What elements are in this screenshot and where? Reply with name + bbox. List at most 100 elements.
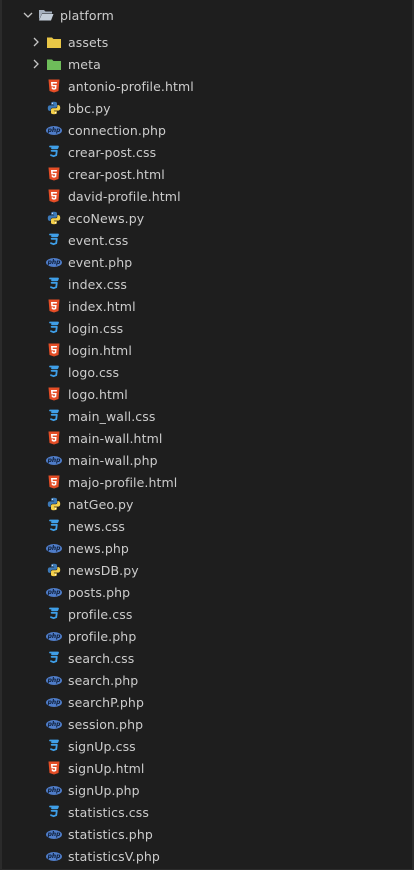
file-label: majo-profile.html	[68, 474, 178, 490]
file-label: signUp.css	[68, 738, 136, 754]
css-file-icon	[46, 232, 62, 248]
php-file-icon: php	[46, 694, 62, 710]
file-item[interactable]: php posts.php	[2, 581, 412, 603]
file-label: event.css	[68, 232, 129, 248]
php-badge-text: php	[46, 851, 62, 861]
folder-assets[interactable]: assets	[2, 31, 412, 53]
php-file-icon: php	[46, 122, 62, 138]
file-label: main_wall.css	[68, 408, 156, 424]
css-file-icon	[46, 364, 62, 380]
file-label: logo.css	[68, 364, 120, 380]
file-item[interactable]: php statistics.php	[2, 823, 412, 845]
html-file-icon	[46, 760, 62, 776]
file-item[interactable]: php searchP.php	[2, 691, 412, 713]
file-item[interactable]: logo.html	[2, 383, 412, 405]
file-item[interactable]: php main-wall.php	[2, 449, 412, 471]
chevron-down-icon[interactable]	[20, 7, 36, 23]
php-badge-text: php	[46, 125, 62, 135]
html-file-icon	[46, 78, 62, 94]
file-item[interactable]: signUp.css	[2, 735, 412, 757]
file-item[interactable]: index.html	[2, 295, 412, 317]
file-item[interactable]: natGeo.py	[2, 493, 412, 515]
file-label: login.html	[68, 342, 132, 358]
php-file-icon: php	[46, 782, 62, 798]
file-label: main-wall.php	[68, 452, 158, 468]
file-item[interactable]: login.html	[2, 339, 412, 361]
php-file-icon: php	[46, 584, 62, 600]
php-badge-text: php	[46, 543, 62, 553]
css-file-icon	[46, 518, 62, 534]
file-label: statistics.php	[68, 826, 153, 842]
php-file-icon: php	[46, 452, 62, 468]
file-item[interactable]: statistics.css	[2, 801, 412, 823]
php-badge-text: php	[46, 829, 62, 839]
file-label: connection.php	[68, 122, 167, 138]
css-file-icon	[46, 408, 62, 424]
file-item[interactable]: majo-profile.html	[2, 471, 412, 493]
file-item[interactable]: php signUp.php	[2, 779, 412, 801]
file-item[interactable]: antonio-profile.html	[2, 75, 412, 97]
file-label: profile.php	[68, 628, 137, 644]
php-badge-text: php	[46, 785, 62, 795]
folder-yellow-icon	[46, 34, 62, 50]
file-item[interactable]: php news.php	[2, 537, 412, 559]
file-label: logo.html	[68, 386, 128, 402]
file-explorer: platform assets meta antonio-profile.html…	[0, 0, 414, 870]
folder-platform[interactable]: platform	[2, 4, 412, 26]
php-badge-text: php	[46, 257, 62, 267]
file-item[interactable]: php session.php	[2, 713, 412, 735]
php-badge-text: php	[46, 719, 62, 729]
file-label: crear-post.css	[68, 144, 157, 160]
file-label: antonio-profile.html	[68, 78, 194, 94]
html-file-icon	[46, 474, 62, 490]
folder-open-icon	[38, 7, 54, 23]
css-file-icon	[46, 144, 62, 160]
file-label: statisticsV.php	[68, 848, 160, 864]
file-label: index.html	[68, 298, 136, 314]
file-item[interactable]: event.css	[2, 229, 412, 251]
python-file-icon	[46, 100, 62, 116]
file-item[interactable]: php search.php	[2, 669, 412, 691]
file-item[interactable]: ecoNews.py	[2, 207, 412, 229]
file-item[interactable]: bbc.py	[2, 97, 412, 119]
file-item[interactable]: crear-post.html	[2, 163, 412, 185]
html-file-icon	[46, 342, 62, 358]
file-item[interactable]: logo.css	[2, 361, 412, 383]
file-label: news.css	[68, 518, 126, 534]
file-item[interactable]: news.css	[2, 515, 412, 537]
php-file-icon: php	[46, 628, 62, 644]
file-label: natGeo.py	[68, 496, 134, 512]
file-label: signUp.php	[68, 782, 140, 798]
file-label: signUp.html	[68, 760, 145, 776]
file-item[interactable]: php connection.php	[2, 119, 412, 141]
folder-meta[interactable]: meta	[2, 53, 412, 75]
file-label: main-wall.html	[68, 430, 163, 446]
file-item[interactable]: crear-post.css	[2, 141, 412, 163]
file-label: session.php	[68, 716, 144, 732]
file-item[interactable]: php event.php	[2, 251, 412, 273]
file-item[interactable]: php statisticsV.php	[2, 845, 412, 867]
file-label: david-profile.html	[68, 188, 181, 204]
file-label: statistics.css	[68, 804, 149, 820]
file-item[interactable]: signUp.html	[2, 757, 412, 779]
file-item[interactable]: index.css	[2, 273, 412, 295]
file-item[interactable]: profile.css	[2, 603, 412, 625]
file-item[interactable]: david-profile.html	[2, 185, 412, 207]
php-badge-text: php	[46, 587, 62, 597]
file-label: event.php	[68, 254, 133, 270]
file-label: crear-post.html	[68, 166, 165, 182]
file-item[interactable]: search.css	[2, 647, 412, 669]
chevron-right-icon[interactable]	[28, 56, 44, 72]
file-item[interactable]: main_wall.css	[2, 405, 412, 427]
file-label: posts.php	[68, 584, 131, 600]
chevron-right-icon[interactable]	[28, 34, 44, 50]
php-file-icon: php	[46, 716, 62, 732]
php-file-icon: php	[46, 540, 62, 556]
file-label: searchP.php	[68, 694, 144, 710]
file-item[interactable]: php profile.php	[2, 625, 412, 647]
file-label: profile.css	[68, 606, 133, 622]
file-item[interactable]: login.css	[2, 317, 412, 339]
file-item[interactable]: main-wall.html	[2, 427, 412, 449]
file-item[interactable]: newsDB.py	[2, 559, 412, 581]
css-file-icon	[46, 276, 62, 292]
